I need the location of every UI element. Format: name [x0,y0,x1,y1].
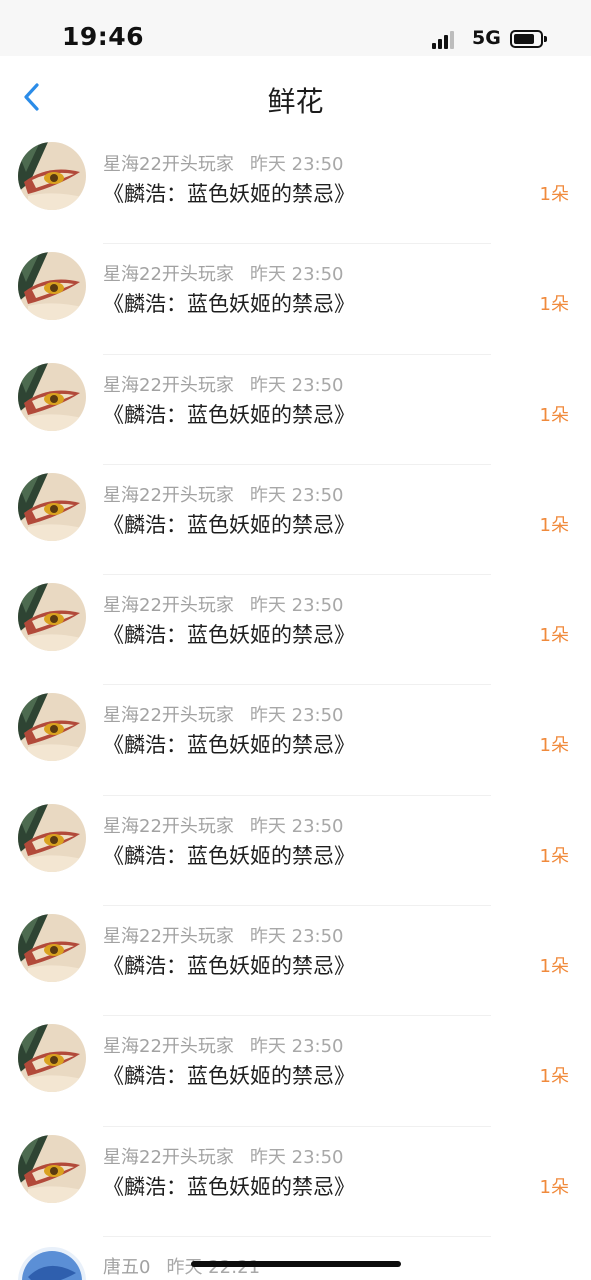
list-item[interactable]: 星海22开头玩家 昨天 23:50 《麟浩：蓝色妖姬的禁忌》 1朵 [0,244,591,355]
flower-count: 1朵 [539,184,569,205]
user-name[interactable]: 星海22开头玩家 [103,816,234,837]
work-title[interactable]: 《麟浩：蓝色妖姬的禁忌》 [103,729,355,759]
user-name[interactable]: 星海22开头玩家 [103,264,234,285]
name-line: 星海22开头玩家 昨天 23:50 [103,1143,344,1169]
list-item[interactable]: 星海22开头玩家 昨天 23:50 《麟浩：蓝色妖姬的禁忌》 1朵 [0,465,591,576]
list-item[interactable]: 星海22开头玩家 昨天 23:50 《麟浩：蓝色妖姬的禁忌》 1朵 [0,906,591,1017]
status-bar: 19:46 5G [0,0,591,56]
work-title[interactable]: 《麟浩：蓝色妖姬的禁忌》 [103,399,355,429]
list-item[interactable]: 星海22开头玩家 昨天 23:50 《麟浩：蓝色妖姬的禁忌》 1朵 [0,355,591,465]
work-title[interactable]: 《麟浩：蓝色妖姬的禁忌》 [103,950,355,980]
flower-count: 1朵 [539,625,569,647]
timestamp: 昨天 23:50 [249,705,344,727]
user-name[interactable]: 星海22开头玩家 [103,154,234,175]
name-line: 星海22开头玩家 昨天 23:50 [103,591,344,617]
list-item[interactable]: 星海22开头玩家 昨天 23:50 《麟浩：蓝色妖姬的禁忌》 1朵 [0,685,591,796]
work-title[interactable]: 《麟浩：蓝色妖姬的禁忌》 [103,509,355,539]
list-item[interactable]: 星海22开头玩家 昨天 23:50 《麟浩：蓝色妖姬的禁忌》 1朵 [0,134,591,245]
signal-icon [432,29,460,49]
flower-count: 1朵 [539,514,569,536]
name-line: 星海22开头玩家 昨天 23:50 [103,481,344,507]
timestamp: 昨天 23:50 [249,815,344,837]
avatar[interactable] [18,472,86,541]
work-title[interactable]: 《麟浩：蓝色妖姬的禁忌》 [103,619,355,649]
timestamp: 昨天 23:50 [249,926,344,948]
list-item[interactable]: 星海22开头玩家 昨天 23:50 《麟浩：蓝色妖姬的禁忌》 1朵 [0,1127,591,1237]
name-line: 星海22开头玩家 昨天 23:50 [103,701,344,727]
timestamp: 昨天 23:50 [249,1036,344,1058]
home-indicator [191,1261,401,1267]
avatar[interactable] [18,142,86,210]
user-name[interactable]: 唐五0 [103,1257,150,1278]
flower-count: 1朵 [539,1176,569,1198]
avatar[interactable] [18,362,86,431]
timestamp: 昨天 23:50 [249,154,344,175]
work-title[interactable]: 《麟浩：蓝色妖姬的禁忌》 [103,840,355,870]
name-line: 星海22开头玩家 昨天 23:50 [103,260,344,286]
avatar[interactable] [18,252,86,321]
flower-count: 1朵 [539,735,569,757]
avatar[interactable] [18,1247,86,1280]
flower-count: 1朵 [539,294,569,316]
avatar[interactable] [18,1024,86,1093]
avatar[interactable] [18,803,86,872]
list-item[interactable]: 星海22开头玩家 昨天 23:50 《麟浩：蓝色妖姬的禁忌》 1朵 [0,575,591,686]
work-title[interactable]: 《麟浩：蓝色妖姬的禁忌》 [103,288,355,318]
flower-count: 1朵 [539,845,569,867]
user-name[interactable]: 星海22开头玩家 [103,485,234,506]
work-title[interactable]: 《麟浩：蓝色妖姬的禁忌》 [103,1171,355,1201]
flower-count: 1朵 [539,1066,569,1088]
battery-icon [510,30,547,48]
work-title[interactable]: 《麟浩：蓝色妖姬的禁忌》 [103,178,355,208]
timestamp: 昨天 23:50 [249,595,344,617]
name-line: 星海22开头玩家 昨天 23:50 [103,371,344,397]
flower-list: 星海22开头玩家 昨天 23:50 《麟浩：蓝色妖姬的禁忌》 1朵 星海22开头玩… [0,134,591,1237]
user-name[interactable]: 星海22开头玩家 [103,1036,234,1057]
avatar[interactable] [18,583,86,652]
nav-header: 鲜花 [0,56,591,134]
user-name[interactable]: 星海22开头玩家 [103,705,234,726]
user-name[interactable]: 星海22开头玩家 [103,926,234,947]
timestamp: 昨天 23:50 [249,264,344,286]
page-title: 鲜花 [267,85,324,118]
flower-count: 1朵 [539,404,569,426]
name-line: 星海22开头玩家 昨天 23:50 [103,812,344,838]
list-item[interactable]: 星海22开头玩家 昨天 23:50 《麟浩：蓝色妖姬的禁忌》 1朵 [0,1016,591,1127]
network-label: 5G [472,27,501,49]
list-item[interactable]: 星海22开头玩家 昨天 23:50 《麟浩：蓝色妖姬的禁忌》 1朵 [0,796,591,907]
flower-count: 1朵 [539,956,569,978]
name-line: 星海22开头玩家 昨天 23:50 [103,1032,344,1058]
work-title[interactable]: 《麟浩：蓝色妖姬的禁忌》 [103,1060,355,1090]
avatar[interactable] [18,1134,86,1203]
avatar[interactable] [18,693,86,762]
name-line: 星海22开头玩家 昨天 23:50 [103,150,344,176]
user-name[interactable]: 星海22开头玩家 [103,375,234,396]
user-name[interactable]: 星海22开头玩家 [103,1147,234,1168]
timestamp: 昨天 23:50 [249,1146,344,1168]
timestamp: 昨天 23:50 [249,484,344,506]
list-item[interactable]: 唐五0 昨天 22:21 [0,1237,591,1280]
timestamp: 昨天 23:50 [249,374,344,396]
avatar[interactable] [18,914,86,983]
name-line: 星海22开头玩家 昨天 23:50 [103,922,344,948]
user-name[interactable]: 星海22开头玩家 [103,595,234,616]
status-time: 19:46 [62,22,145,51]
